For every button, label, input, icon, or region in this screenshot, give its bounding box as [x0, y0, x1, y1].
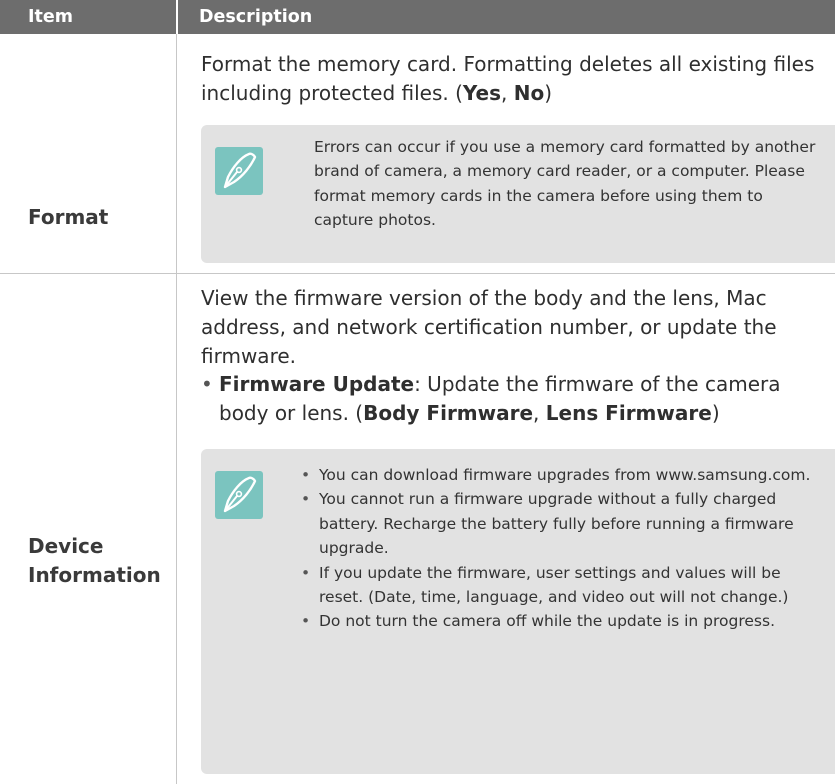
table-header: Item Description	[0, 0, 835, 34]
note-item: If you update the firmware, user setting…	[301, 561, 829, 610]
note-box-format: Errors can occur if you use a memory car…	[201, 125, 835, 263]
body-firmware-option: Body Firmware	[363, 401, 534, 425]
format-option-separator: ,	[501, 81, 514, 105]
item-line-1: Device	[28, 534, 104, 558]
header-description: Description	[199, 7, 313, 27]
firmware-update-label: Firmware Update	[219, 372, 415, 396]
note-pen-icon	[215, 471, 263, 519]
firmware-option-separator: ,	[533, 401, 546, 425]
note-pen-icon	[215, 147, 263, 195]
header-divider	[176, 0, 178, 34]
lens-firmware-option: Lens Firmware	[545, 401, 712, 425]
firmware-update-bullet: • Firmware Update: Update the firmware of…	[201, 370, 829, 428]
bullet-dot: •	[201, 372, 213, 396]
settings-table: Item Description Format Format the memor…	[0, 0, 835, 784]
firmware-update-end: )	[711, 401, 720, 425]
note-text-format: Errors can occur if you use a memory car…	[314, 138, 816, 230]
item-line-2: Information	[28, 563, 161, 587]
note-item: You can download firmware upgrades from …	[301, 463, 829, 488]
header-item: Item	[28, 7, 73, 27]
format-desc-end: )	[544, 81, 553, 105]
note-box-device-info: You can download firmware upgrades from …	[201, 449, 835, 774]
row-description-device-info: View the firmware version of the body an…	[201, 286, 777, 368]
column-divider	[176, 34, 177, 784]
format-option-no: No	[513, 81, 545, 105]
note-item: You cannot run a firmware upgrade withou…	[301, 487, 829, 560]
row-description-format: Format the memory card. Formatting delet…	[201, 50, 826, 108]
format-option-yes: Yes	[462, 81, 502, 105]
row-item-device-information: Device Information	[28, 532, 161, 590]
note-list-device-info: You can download firmware upgrades from …	[301, 463, 829, 634]
row-divider	[0, 273, 835, 274]
note-item: Do not turn the camera off while the upd…	[301, 609, 829, 634]
row-item-format: Format	[28, 205, 109, 229]
